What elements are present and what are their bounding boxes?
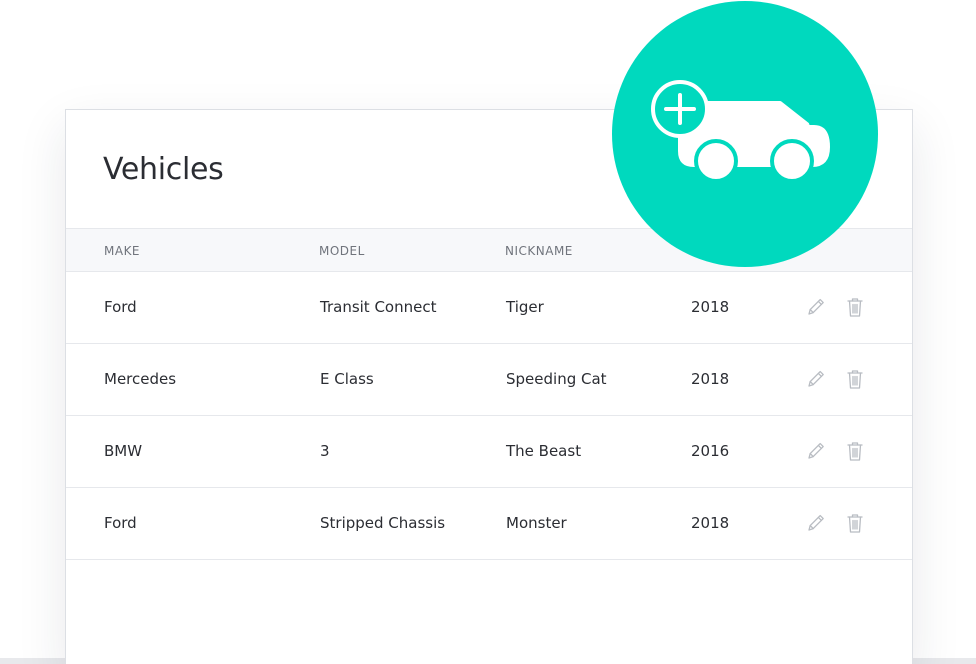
cell-year: 2018 [691, 370, 730, 388]
table-row: Ford Transit Connect Tiger 2018 [66, 271, 912, 344]
cell-make: Ford [104, 514, 137, 532]
cell-nickname: Tiger [506, 298, 544, 316]
cell-make: Ford [104, 298, 137, 316]
table-row: Mercedes E Class Speeding Cat 2018 [66, 343, 912, 416]
pencil-icon[interactable] [806, 368, 826, 390]
column-header-model: MODEL [319, 244, 365, 258]
add-vehicle-button[interactable] [612, 1, 878, 267]
cell-year: 2018 [691, 514, 730, 532]
screen: Vehicles MAKE MODEL NICKNAME Ford Transi… [0, 0, 976, 664]
cell-nickname: The Beast [506, 442, 582, 460]
car-plus-icon [651, 80, 830, 183]
table-row: BMW 3 The Beast 2016 [66, 415, 912, 488]
page-title: Vehicles [103, 152, 224, 187]
cell-nickname: Monster [506, 514, 567, 532]
trash-icon[interactable] [845, 440, 865, 462]
cell-model: Transit Connect [320, 298, 437, 316]
trash-icon[interactable] [845, 368, 865, 390]
column-header-nickname: NICKNAME [505, 244, 573, 258]
pencil-icon[interactable] [806, 296, 826, 318]
cell-model: E Class [320, 370, 374, 388]
table-row: Ford Stripped Chassis Monster 2018 [66, 487, 912, 560]
cell-year: 2018 [691, 298, 730, 316]
cell-model: 3 [320, 442, 330, 460]
cell-model: Stripped Chassis [320, 514, 446, 532]
cell-make: BMW [104, 442, 143, 460]
cell-year: 2016 [691, 442, 730, 460]
trash-icon[interactable] [845, 296, 865, 318]
trash-icon[interactable] [845, 512, 865, 534]
cell-nickname: Speeding Cat [506, 370, 607, 388]
column-header-make: MAKE [104, 244, 141, 258]
cell-make: Mercedes [104, 370, 177, 388]
pencil-icon[interactable] [806, 440, 826, 462]
pencil-icon[interactable] [806, 512, 826, 534]
